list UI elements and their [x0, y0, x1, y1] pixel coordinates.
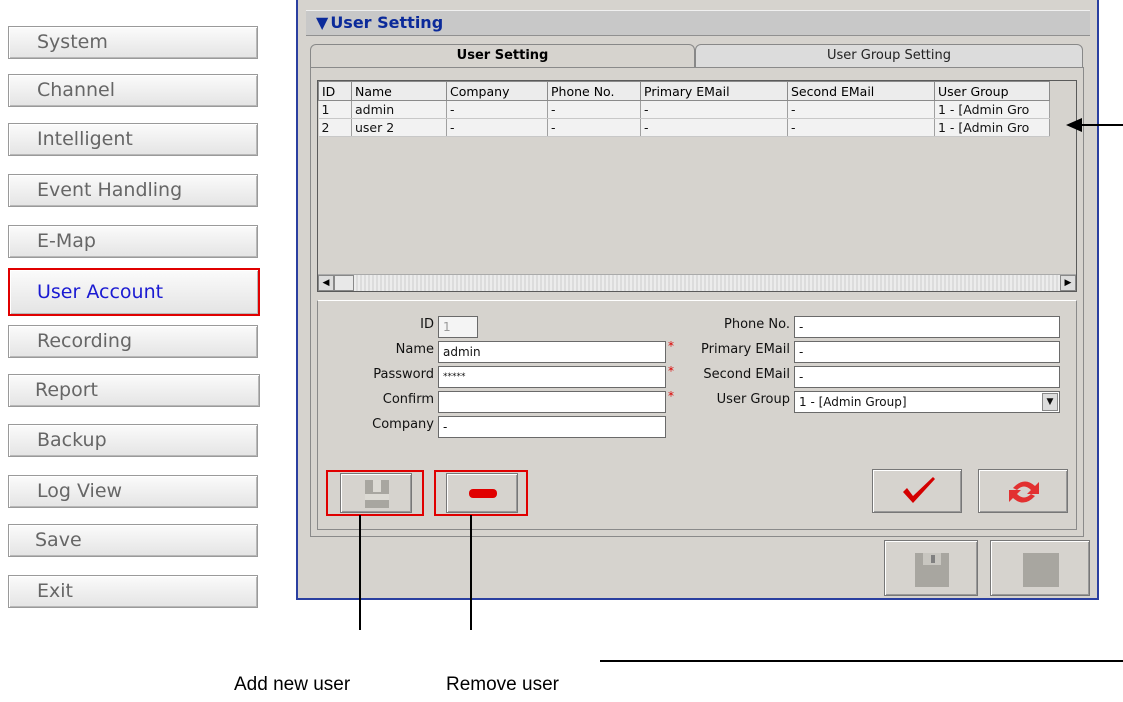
remove-user-caption: Remove user [446, 674, 559, 695]
password-label: Password [373, 367, 434, 382]
setting-icon: ▼ [316, 13, 329, 32]
primary-email-field[interactable]: - [794, 341, 1060, 363]
col-id[interactable]: ID [318, 81, 352, 101]
callout-underline [600, 660, 1123, 662]
password-field[interactable]: ***** [438, 366, 666, 388]
refresh-button[interactable] [978, 469, 1068, 513]
scroll-left-icon[interactable]: ◀ [318, 275, 334, 291]
user-group-value: 1 - [Admin Group] [799, 395, 907, 409]
id-field: 1 [438, 316, 478, 338]
user-group-select[interactable]: 1 - [Admin Group] ▼ [794, 391, 1060, 413]
nav-save-button[interactable]: Save [8, 524, 258, 557]
col-company[interactable]: Company [446, 81, 548, 101]
add-user-button[interactable] [340, 473, 412, 513]
save-settings-button[interactable] [884, 540, 978, 596]
col-name[interactable]: Name [351, 81, 447, 101]
nav-backup-button[interactable]: Backup [8, 424, 258, 457]
confirm-field[interactable] [438, 391, 666, 413]
cell-name: admin [351, 100, 447, 119]
window-titlebar: ▼ User Setting [306, 10, 1090, 36]
minus-icon [469, 489, 497, 498]
remove-user-button[interactable] [446, 473, 518, 513]
col-user-group[interactable]: User Group [934, 81, 1050, 101]
phone-field[interactable]: - [794, 316, 1060, 338]
table-row[interactable]: 2 user 2 - - - - 1 - [Admin Gro [318, 118, 1050, 137]
col-primary-email[interactable]: Primary EMail [640, 81, 788, 101]
cell-second-email: - [787, 118, 935, 137]
cell-phone: - [547, 118, 641, 137]
window-title: User Setting [330, 13, 444, 32]
ok-button[interactable] [872, 469, 962, 513]
cell-user-group: 1 - [Admin Gro [934, 118, 1050, 137]
add-user-icon [365, 480, 389, 508]
cell-name: user 2 [351, 118, 447, 137]
nav-emap-button[interactable]: E-Map [8, 225, 258, 258]
primary-email-label: Primary EMail [701, 342, 790, 357]
remove-callout-line [470, 515, 472, 630]
refresh-icon [1009, 481, 1039, 503]
company-field[interactable]: - [438, 416, 666, 438]
user-detail-form: ID 1 Name admin * Password ***** * Confi… [317, 300, 1077, 530]
confirm-label: Confirm [382, 392, 434, 407]
cell-user-group: 1 - [Admin Gro [934, 100, 1050, 119]
second-email-label: Second EMail [703, 367, 790, 382]
cell-id: 1 [318, 100, 352, 119]
nav-channel-button[interactable]: Channel [8, 74, 258, 107]
nav-system-button[interactable]: System [8, 26, 258, 59]
cell-company: - [446, 118, 548, 137]
nav-log-view-button[interactable]: Log View [8, 475, 258, 508]
cell-phone: - [547, 100, 641, 119]
second-email-field[interactable]: - [794, 366, 1060, 388]
nav-intelligent-button[interactable]: Intelligent [8, 123, 258, 156]
add-user-caption: Add new user [234, 674, 351, 695]
phone-label: Phone No. [724, 317, 790, 332]
close-settings-button[interactable] [990, 540, 1090, 596]
nav-exit-button[interactable]: Exit [8, 575, 258, 608]
scroll-thumb[interactable] [334, 275, 354, 291]
horizontal-scrollbar[interactable]: ◀ ▶ [318, 274, 1076, 291]
annotation-arrow-line [1078, 124, 1123, 126]
id-label: ID [420, 317, 434, 332]
name-field[interactable]: admin [438, 341, 666, 363]
tab-user-setting[interactable]: User Setting [310, 44, 695, 68]
cell-second-email: - [787, 100, 935, 119]
exit-icon [1023, 553, 1059, 587]
cell-primary-email: - [640, 118, 788, 137]
user-table: ID Name Company Phone No. Primary EMail … [317, 80, 1077, 292]
cell-primary-email: - [640, 100, 788, 119]
checkmark-icon [903, 477, 935, 503]
name-label: Name [395, 342, 434, 357]
nav-report-button[interactable]: Report [8, 374, 260, 407]
user-group-label: User Group [716, 392, 790, 407]
tab-user-group-setting[interactable]: User Group Setting [695, 44, 1083, 68]
user-setting-panel: ID Name Company Phone No. Primary EMail … [310, 67, 1084, 537]
scroll-right-icon[interactable]: ▶ [1060, 275, 1076, 291]
add-callout-line [359, 515, 361, 630]
col-phone[interactable]: Phone No. [547, 81, 641, 101]
chevron-down-icon[interactable]: ▼ [1042, 393, 1058, 411]
arrow-left-icon [1066, 118, 1082, 132]
floppy-disk-icon [915, 553, 949, 587]
user-setting-window: ▼ User Setting User Setting User Group Se… [296, 0, 1099, 600]
nav-user-account-button[interactable]: User Account [8, 268, 260, 316]
nav-event-handling-button[interactable]: Event Handling [8, 174, 258, 207]
table-row[interactable]: 1 admin - - - - 1 - [Admin Gro [318, 100, 1050, 119]
cell-id: 2 [318, 118, 352, 137]
col-second-email[interactable]: Second EMail [787, 81, 935, 101]
cell-company: - [446, 100, 548, 119]
company-label: Company [372, 417, 434, 432]
nav-recording-button[interactable]: Recording [8, 325, 258, 358]
